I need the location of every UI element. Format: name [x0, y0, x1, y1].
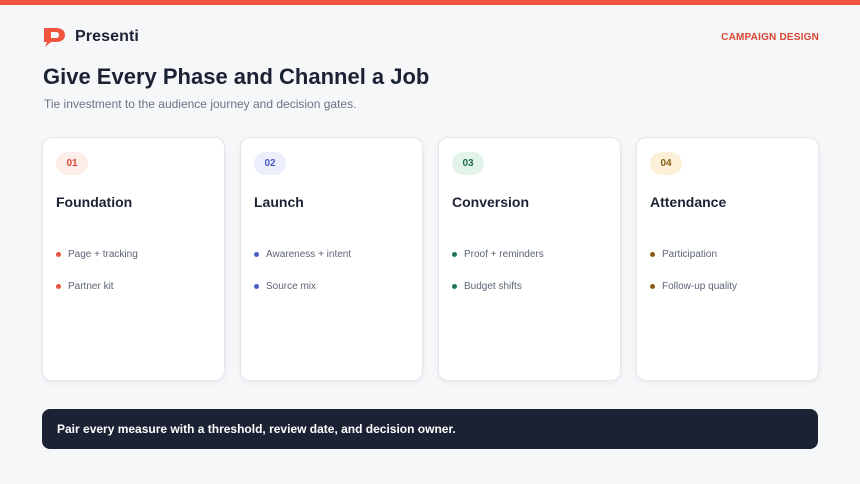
- page-subtitle: Tie investment to the audience journey a…: [44, 97, 357, 111]
- phase-bullet-list: Proof + reminders Budget shifts: [452, 248, 544, 312]
- phase-card-attendance: 04 Attendance Participation Follow-up qu…: [636, 137, 819, 381]
- phase-number-badge: 03: [452, 152, 484, 175]
- takeaway-text: Pair every measure with a threshold, rev…: [57, 422, 456, 436]
- bullet-text: Partner kit: [68, 280, 114, 292]
- bullet-dot-icon: [254, 251, 259, 257]
- list-item: Budget shifts: [452, 280, 544, 292]
- list-item: Follow-up quality: [650, 280, 737, 292]
- phase-title: Launch: [254, 194, 304, 210]
- phase-cards: 01 Foundation Page + tracking Partner ki…: [42, 137, 819, 381]
- bullet-text: Source mix: [266, 280, 317, 292]
- list-item: Page + tracking: [56, 248, 138, 260]
- brand-logo: Presenti: [41, 26, 139, 48]
- phase-number-badge: 02: [254, 152, 286, 175]
- bullet-dot-icon: [650, 283, 655, 289]
- bullet-text: Page + tracking: [68, 248, 138, 260]
- bullet-dot-icon: [56, 283, 61, 289]
- bullet-text: Budget shifts: [464, 280, 522, 292]
- bullet-text: Participation: [662, 248, 718, 260]
- phase-bullet-list: Awareness + intent Source mix: [254, 248, 351, 312]
- list-item: Participation: [650, 248, 737, 260]
- bullet-dot-icon: [650, 251, 655, 257]
- page-title: Give Every Phase and Channel a Job: [43, 64, 430, 89]
- bullet-dot-icon: [254, 283, 259, 289]
- bullet-dot-icon: [452, 283, 457, 289]
- bullet-dot-icon: [452, 251, 457, 257]
- phase-card-conversion: 03 Conversion Proof + reminders Budget s…: [438, 137, 621, 381]
- phase-bullet-list: Participation Follow-up quality: [650, 248, 737, 312]
- bullet-text: Awareness + intent: [266, 248, 352, 260]
- list-item: Partner kit: [56, 280, 138, 292]
- list-item: Source mix: [254, 280, 351, 292]
- phase-bullet-list: Page + tracking Partner kit: [56, 248, 138, 312]
- takeaway-banner: Pair every measure with a threshold, rev…: [42, 409, 818, 449]
- phase-title: Foundation: [56, 194, 133, 210]
- top-accent-bar: [0, 0, 860, 5]
- phase-card-foundation: 01 Foundation Page + tracking Partner ki…: [42, 137, 225, 381]
- section-tag: CAMPAIGN DESIGN: [721, 32, 819, 43]
- phase-number-badge: 04: [650, 152, 682, 175]
- bullet-text: Proof + reminders: [464, 248, 544, 260]
- list-item: Proof + reminders: [452, 248, 544, 260]
- list-item: Awareness + intent: [254, 248, 351, 260]
- presenti-logo-icon: [44, 28, 65, 47]
- phase-card-launch: 02 Launch Awareness + intent Source mix: [240, 137, 423, 381]
- brand-name: Presenti: [75, 28, 139, 45]
- bullet-text: Follow-up quality: [662, 280, 738, 292]
- phase-title: Attendance: [650, 194, 727, 210]
- phase-title: Conversion: [452, 194, 530, 210]
- phase-number-badge: 01: [56, 152, 88, 175]
- bullet-dot-icon: [56, 251, 61, 257]
